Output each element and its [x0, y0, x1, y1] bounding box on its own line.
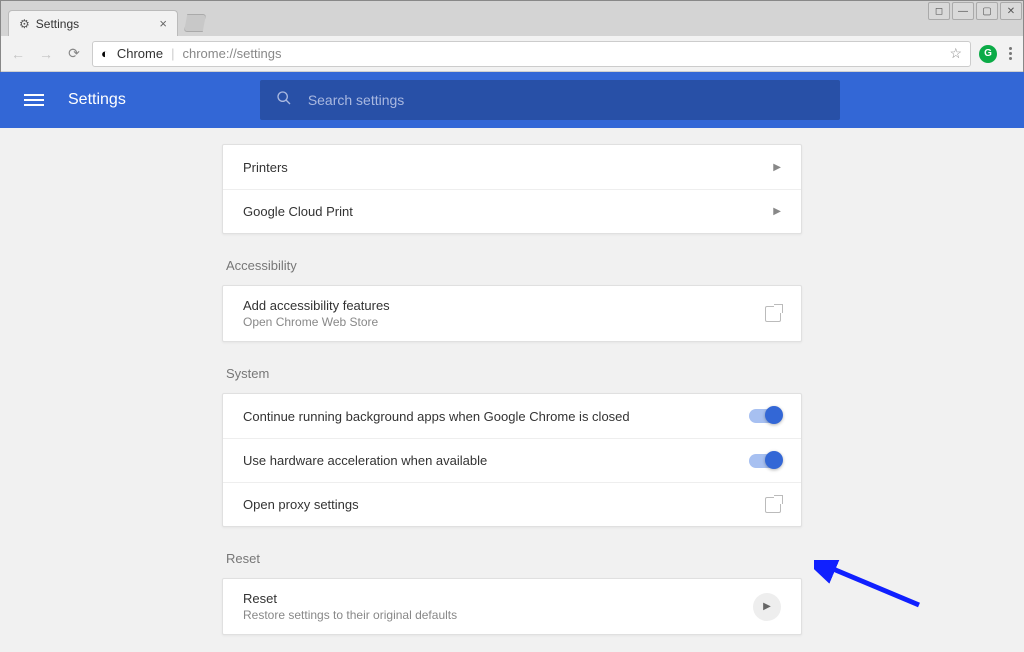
row-title: Open proxy settings — [243, 497, 765, 512]
chevron-right-icon: ▶ — [773, 162, 781, 173]
toggle-switch[interactable] — [749, 454, 781, 468]
section-label-reset: Reset — [226, 551, 802, 566]
row-title: Printers — [243, 160, 773, 175]
search-input[interactable] — [308, 92, 824, 108]
reset-card: Reset Restore settings to their original… — [222, 578, 802, 635]
hardware-accel-row[interactable]: Use hardware acceleration when available — [223, 438, 801, 482]
tab-strip: ⚙ Settings × — [0, 8, 1024, 36]
close-window-button[interactable]: ✕ — [1000, 2, 1022, 20]
printers-row[interactable]: Printers ▶ — [223, 145, 801, 189]
toggle-switch[interactable] — [749, 409, 781, 423]
external-link-icon — [765, 306, 781, 322]
reset-arrow-button[interactable]: ▶ — [753, 593, 781, 621]
row-subtitle: Open Chrome Web Store — [243, 315, 765, 329]
user-button[interactable]: ◻ — [928, 2, 950, 20]
address-bar[interactable]: ◐ Chrome | chrome://settings ☆ — [92, 41, 971, 67]
close-tab-icon[interactable]: × — [159, 16, 167, 31]
row-title: Use hardware acceleration when available — [243, 453, 749, 468]
maximize-button[interactable]: ▢ — [976, 2, 998, 20]
background-apps-row[interactable]: Continue running background apps when Go… — [223, 394, 801, 438]
url-path: chrome://settings — [183, 46, 282, 61]
accessibility-card: Add accessibility features Open Chrome W… — [222, 285, 802, 342]
page-title: Settings — [68, 91, 126, 109]
row-title: Continue running background apps when Go… — [243, 409, 749, 424]
chrome-origin-icon: ◐ — [101, 46, 109, 61]
browser-menu-button[interactable] — [1005, 47, 1016, 60]
system-card: Continue running background apps when Go… — [222, 393, 802, 527]
back-button[interactable]: ← — [8, 44, 28, 64]
settings-header: Settings — [0, 72, 1024, 128]
chevron-right-icon: ▶ — [773, 206, 781, 217]
origin-chip: Chrome — [117, 46, 163, 61]
hamburger-menu-icon[interactable] — [24, 94, 44, 106]
row-title: Google Cloud Print — [243, 204, 773, 219]
reset-row[interactable]: Reset Restore settings to their original… — [223, 579, 801, 634]
window-controls: ◻ — ▢ ✕ — [926, 0, 1024, 22]
search-icon — [276, 90, 292, 110]
row-title: Add accessibility features — [243, 298, 765, 313]
proxy-settings-row[interactable]: Open proxy settings — [223, 482, 801, 526]
section-label-accessibility: Accessibility — [226, 258, 802, 273]
browser-toolbar: ← → ⟳ ◐ Chrome | chrome://settings ☆ G — [0, 36, 1024, 72]
printing-card: Printers ▶ Google Cloud Print ▶ — [222, 144, 802, 234]
tab-title: Settings — [36, 17, 79, 31]
row-title: Reset — [243, 591, 753, 606]
gear-icon: ⚙ — [19, 17, 30, 31]
tab-settings[interactable]: ⚙ Settings × — [8, 10, 178, 36]
row-subtitle: Restore settings to their original defau… — [243, 608, 753, 622]
minimize-button[interactable]: — — [952, 2, 974, 20]
reload-button[interactable]: ⟳ — [64, 44, 84, 64]
add-accessibility-row[interactable]: Add accessibility features Open Chrome W… — [223, 286, 801, 341]
external-link-icon — [765, 497, 781, 513]
settings-scroll-area[interactable]: Printers ▶ Google Cloud Print ▶ Accessib… — [0, 128, 1024, 652]
new-tab-button[interactable] — [184, 14, 206, 32]
section-label-system: System — [226, 366, 802, 381]
bookmark-star-icon[interactable]: ☆ — [949, 45, 962, 62]
titlebar — [0, 0, 1024, 8]
cloud-print-row[interactable]: Google Cloud Print ▶ — [223, 189, 801, 233]
forward-button[interactable]: → — [36, 44, 56, 64]
extension-icon[interactable]: G — [979, 45, 997, 63]
search-settings-box[interactable] — [260, 80, 840, 120]
